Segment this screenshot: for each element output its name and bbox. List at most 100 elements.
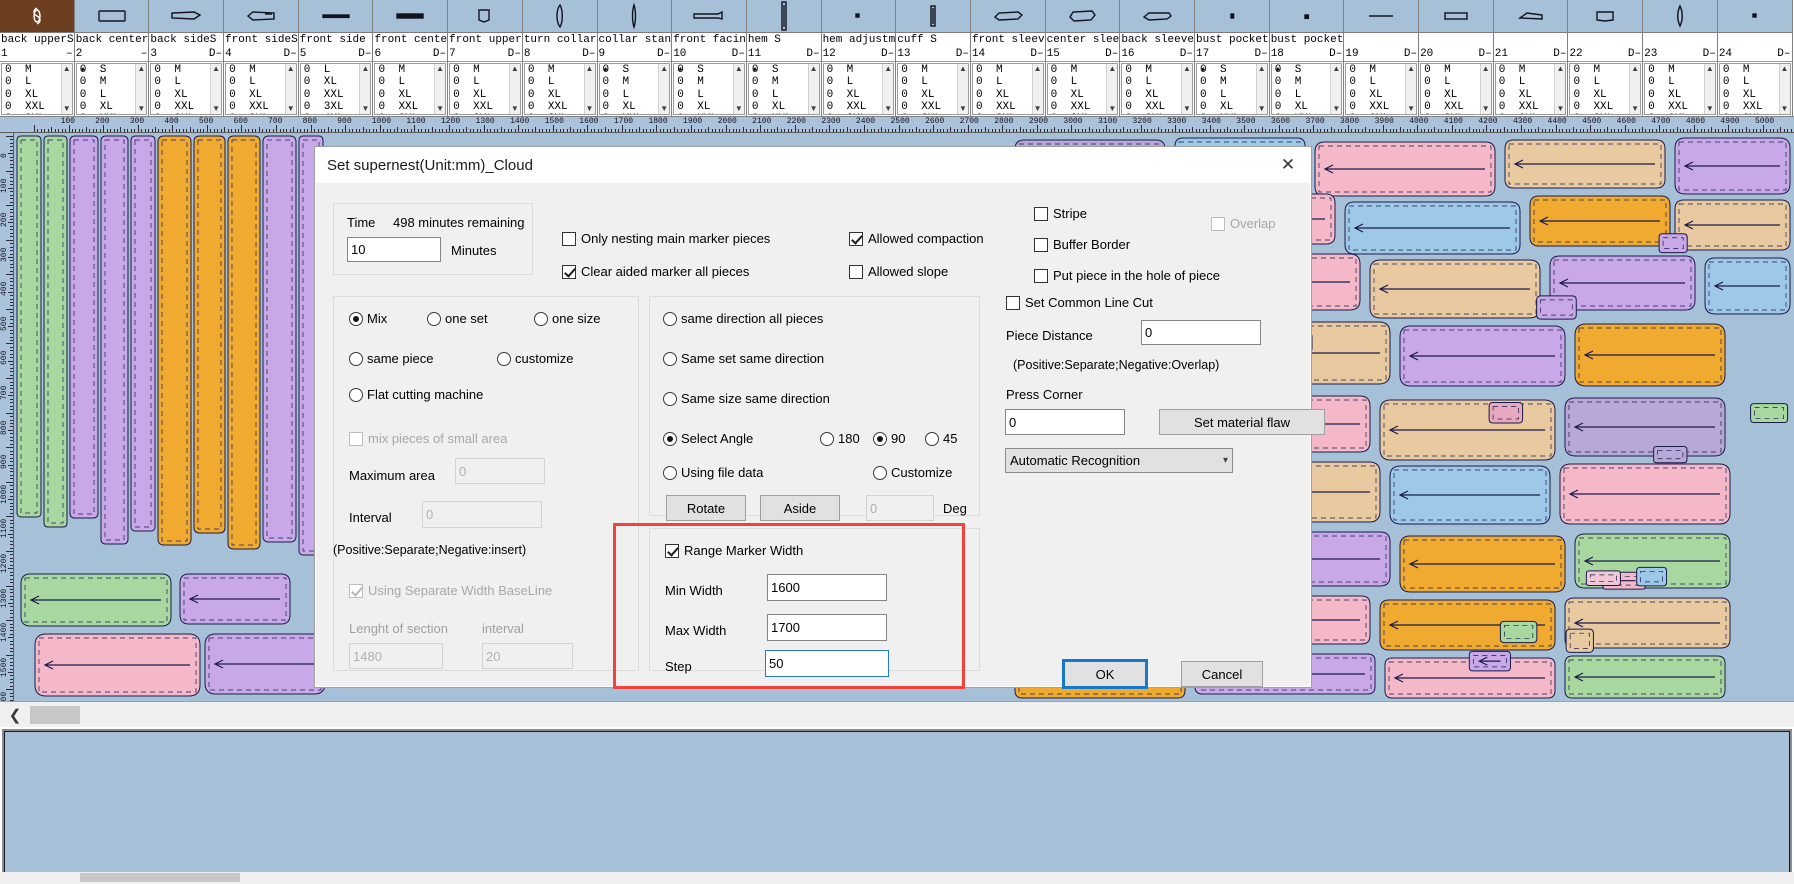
piece-size-row[interactable]: 0M [1499,64,1555,76]
piece-column[interactable]: front sleeve14D–0M0L0XL0XXL03XL▲▼ [970,0,1046,116]
piece-size-row[interactable]: 0L [976,76,1032,88]
garment-front-upper-icon[interactable] [448,0,522,33]
interval-input[interactable]: 0 [422,501,542,528]
piece-size-row[interactable]: 03XL [976,113,1032,114]
radio-same-set-same-direction[interactable]: Same set same direction [663,351,824,366]
clear-aided-marker-checkbox[interactable]: Clear aided marker all pieces [562,264,749,279]
piece-size-row[interactable]: 0M [80,76,136,88]
deg-input[interactable]: 0 [866,495,934,521]
garment-front-center-icon[interactable] [373,0,448,33]
piece-size-row[interactable]: 03XL [1648,113,1704,114]
piece-list-scrollbar[interactable]: ▲ ▼ [1778,64,1790,114]
scroll-down-icon[interactable]: ▼ [63,104,71,114]
piece-column[interactable]: center sleev15D–0M0L0XL0XXL03XL▲▼ [1045,0,1121,116]
garment-back-side-icon[interactable] [149,0,224,33]
piece-column[interactable]: 22D–0M0L0XL0XXL03XL▲▼ [1568,0,1644,116]
piece-distance-input[interactable]: 0 [1141,320,1261,345]
scroll-up-icon[interactable]: ▲ [436,64,444,74]
piece-size-row[interactable]: 0XXL [752,113,808,114]
piece-size-row[interactable]: 0L [154,76,210,88]
piece-size-list[interactable]: 0M0L0XL0XXL03XL▲▼ [1121,63,1193,115]
piece-size-row[interactable]: 0XXL [229,101,285,113]
piece-size-row[interactable]: 0L [901,76,957,88]
piece-size-row[interactable]: 0 XL [1648,89,1704,101]
piece-size-row[interactable]: 0M [1573,64,1629,76]
scroll-up-icon[interactable]: ▲ [511,64,519,74]
piece-size-row[interactable]: 0L [1125,76,1181,88]
bottom-scrollbar[interactable] [0,872,1794,884]
piece-size-list[interactable]: 0M0L0XL0XXL03XL▲▼ [225,63,297,115]
piece-size-row[interactable]: 0XXL [603,113,659,114]
garment-piece-20-icon[interactable] [1419,0,1493,33]
piece-size-row[interactable]: 0S [603,64,659,77]
step-input[interactable]: 50 [765,650,889,677]
piece-column[interactable]: collar stand9D–0S0M0L0XL0XXL▲▼ [597,0,673,116]
piece-size-row[interactable]: 0L [1349,76,1405,88]
piece-size-row[interactable]: 0 XL [1275,101,1331,113]
piece-size-row[interactable]: 03XL [1424,113,1480,114]
piece-list-scrollbar[interactable]: ▲ ▼ [508,64,520,114]
piece-size-row[interactable]: 0M [453,64,509,76]
scroll-down-icon[interactable]: ▼ [1781,104,1789,114]
scroll-down-icon[interactable]: ▼ [1706,104,1714,114]
scroll-down-icon[interactable]: ▼ [1108,104,1116,114]
radio-select-angle[interactable]: Select Angle [663,431,753,446]
piece-size-list[interactable]: 0S0M0L0XL0XXL▲▼ [598,63,671,115]
piece-size-list[interactable]: 0M0L0XL0XXL03XL▲▼ [1494,63,1567,115]
piece-size-row[interactable]: 0 XL [453,89,509,101]
piece-size-row[interactable]: 0L [378,76,434,88]
piece-list-scrollbar[interactable]: ▲ ▼ [658,64,670,114]
piece-list-scrollbar[interactable]: ▲ ▼ [135,64,147,114]
piece-size-row[interactable]: 04XL [304,113,360,114]
piece-size-row[interactable]: 0 XL [1424,89,1480,101]
piece-list-scrollbar[interactable]: ▲ ▼ [1106,64,1118,114]
scroll-up-icon[interactable]: ▲ [1706,64,1714,74]
radio-same-direction-all[interactable]: same direction all pieces [663,311,823,326]
piece-column[interactable]: turn collarS8D–0M0L0XL0XXL03XL▲▼ [522,0,598,116]
piece-size-row[interactable]: 0XXL [1275,113,1331,114]
scroll-up-icon[interactable]: ▲ [1631,64,1639,74]
piece-size-row[interactable]: 03XL [1573,113,1629,114]
piece-size-row[interactable]: 0XXL [80,113,136,114]
maximum-area-input[interactable]: 0 [455,458,545,484]
piece-size-row[interactable]: 0M [1349,64,1405,76]
piece-column[interactable]: cuff S13D–0M0L0XL0XXL03XL▲▼ [896,0,971,116]
piece-size-list[interactable]: 0M0L0XL0XXL03XL▲▼ [971,63,1044,115]
scroll-up-icon[interactable]: ▲ [1258,64,1266,74]
piece-size-row[interactable]: 03XL [1499,113,1555,114]
piece-size-list[interactable]: 0S0M0L0XL0XXL▲▼ [673,63,745,115]
aside-button[interactable]: Aside [760,495,840,521]
piece-column[interactable]: front upperS7D–0M0L0XL0XXL03XL▲▼ [448,0,523,116]
scroll-up-icon[interactable]: ▲ [884,64,892,74]
piece-size-row[interactable]: 0M [1200,76,1256,88]
garment-piece-23-icon[interactable] [1643,0,1717,33]
bottom-scrollbar-thumb[interactable] [80,873,240,882]
piece-size-row[interactable]: 0XXL [1499,101,1555,113]
piece-size-row[interactable]: 0 XL [1051,89,1107,101]
scroll-up-icon[interactable]: ▲ [660,64,668,74]
piece-size-row[interactable]: 0M [976,64,1032,76]
radio-angle-45[interactable]: 45 [925,431,957,446]
piece-size-row[interactable]: 0 XL [1723,89,1779,101]
scroll-up-icon[interactable]: ▲ [810,64,818,74]
piece-size-list[interactable]: 0M0L0XL0XXL03XL▲▼ [822,63,895,115]
recognition-select[interactable]: Automatic Recognition ▾ [1005,448,1233,473]
piece-size-row[interactable]: 0XXL [1648,101,1704,113]
min-width-input[interactable]: 1600 [767,574,887,601]
garment-back-upper-icon[interactable] [0,0,74,33]
piece-size-row[interactable]: 0XXL [304,89,360,101]
piece-column[interactable]: front side c5D–0L0XL0XXL03XL04XL▲▼ [298,0,374,116]
garment-piece-21-icon[interactable] [1493,0,1568,33]
piece-list-scrollbar[interactable]: ▲ ▼ [732,64,744,114]
scroll-down-icon[interactable]: ▼ [1407,104,1415,114]
garment-front-side-icon[interactable] [224,0,298,33]
piece-size-row[interactable]: 0XXL [901,101,957,113]
piece-list-scrollbar[interactable]: ▲ ▼ [807,64,819,114]
piece-list-scrollbar[interactable]: ▲ ▼ [1479,64,1491,114]
piece-size-row[interactable]: 03XL [378,113,434,114]
max-width-input[interactable]: 1700 [767,614,887,641]
scroll-up-icon[interactable]: ▲ [735,64,743,74]
piece-size-list[interactable]: 0M0L0XL0XXL03XL▲▼ [1569,63,1642,115]
piece-size-row[interactable]: 0L [453,76,509,88]
radio-angle-90[interactable]: 90 [873,431,905,446]
